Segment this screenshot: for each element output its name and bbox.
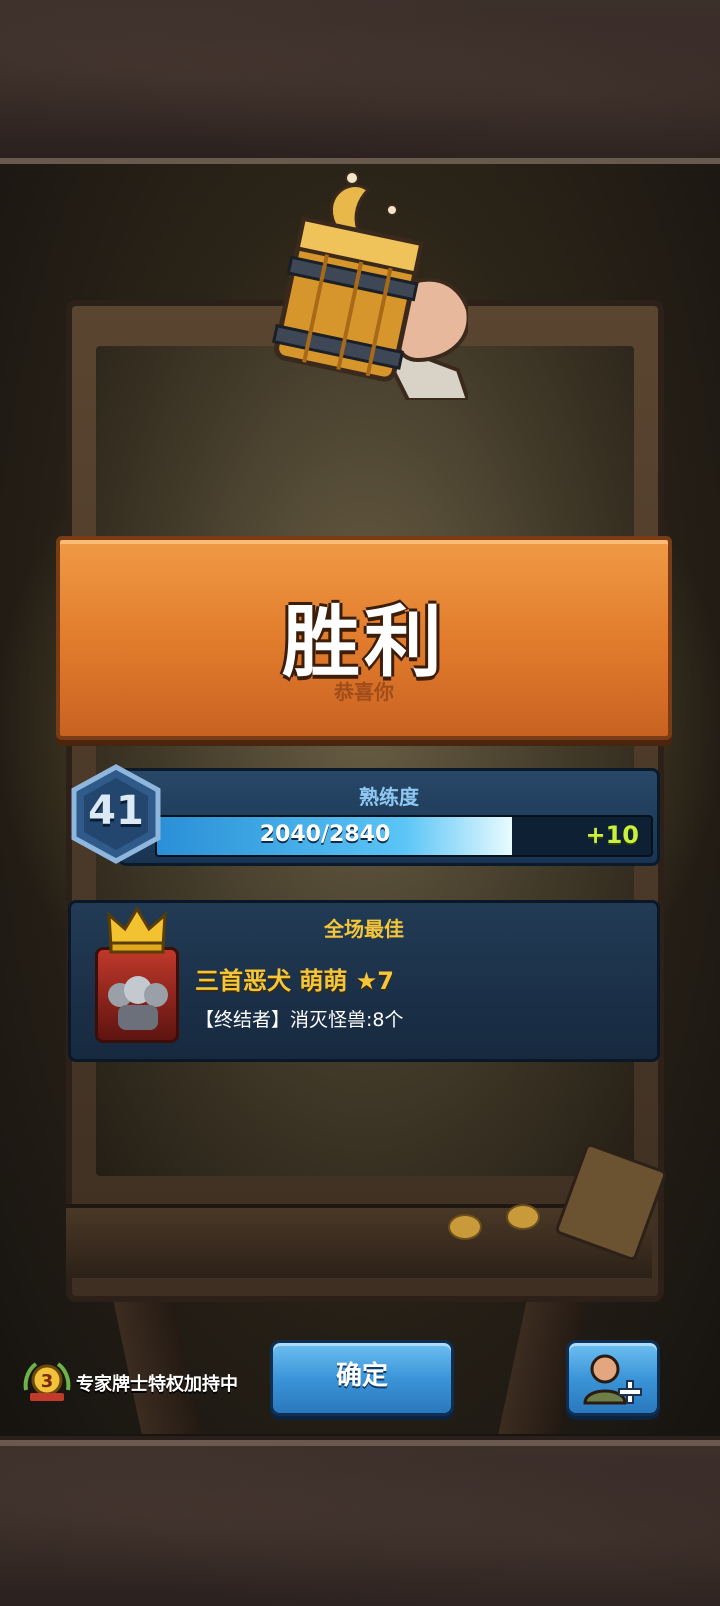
bottom-frame [0, 1440, 720, 1606]
proficiency-gain: +10 [585, 821, 639, 849]
expert-privilege-text: 专家牌士特权加持中 [76, 1374, 238, 1395]
proficiency-bar: 2040/2840 +10 [155, 815, 653, 857]
crown-icon [107, 906, 167, 954]
top-frame [0, 0, 720, 164]
hero-name: 三首恶犬 萌萌 ★7 [195, 967, 394, 995]
victory-banner: 胜利 恭喜你 [56, 536, 672, 740]
svg-text:3: 3 [41, 1371, 54, 1392]
expert-badge-icon: 3 [23, 1362, 71, 1401]
victory-subtitle: 恭喜你 [334, 680, 394, 704]
proficiency-progress-text: 2040/2840 [259, 822, 391, 847]
proficiency-label: 熟练度 [359, 785, 419, 809]
mvp-panel: 全场最佳 三首恶犬 萌萌 ★7 【终结者】消灭怪兽:8个 [68, 900, 660, 1062]
proficiency-level: 41 [88, 788, 144, 834]
hero-portrait[interactable] [95, 947, 179, 1043]
add-friend-icon [583, 1354, 642, 1405]
expert-privilege: 3 专家牌士特权加持中 [22, 1360, 262, 1404]
proficiency-panel: 熟练度 2040/2840 +10 [118, 768, 660, 866]
hero-description: 【终结者】消灭怪兽:8个 [195, 1009, 404, 1031]
add-friend-button[interactable] [566, 1340, 660, 1416]
beer-mug-icon [271, 171, 468, 400]
confirm-button[interactable]: 确定 [270, 1340, 454, 1416]
